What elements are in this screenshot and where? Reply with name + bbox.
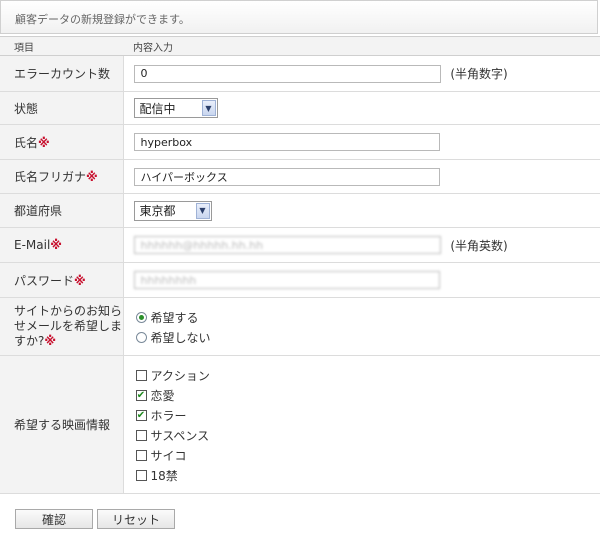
row-newsletter: サイトからのお知らせメールを希望しますか?※ 希望する 希望しない (0, 297, 600, 356)
label-email: E-Mail※ (0, 227, 124, 263)
row-name: 氏名※ (0, 124, 600, 160)
chevron-down-icon[interactable]: ▼ (195, 202, 210, 219)
row-email: E-Mail※ (半角英数) (0, 227, 600, 263)
radio-option-no[interactable]: 希望しない (135, 328, 600, 348)
confirm-button[interactable]: 確認 (15, 509, 93, 529)
checkbox-option[interactable]: アクション (135, 366, 600, 386)
checkbox[interactable] (135, 470, 147, 481)
label-newsletter: サイトからのお知らせメールを希望しますか?※ (0, 297, 124, 356)
email-note: (半角英数) (450, 238, 508, 253)
name-kana-input[interactable] (133, 167, 440, 186)
label-password: パスワード※ (0, 262, 124, 298)
reset-button[interactable]: リセット (97, 509, 175, 529)
checkbox-label: サスペンス (150, 429, 210, 443)
table-header-row: 項目 内容入力 (0, 36, 600, 56)
checkbox-label: ホラー (150, 409, 187, 423)
password-label-text: パスワード (14, 273, 75, 288)
row-movies: 希望する映画情報 アクション ✔ 恋愛 ✔ ホラー サスペンス サイコ 18禁 (0, 355, 600, 494)
chevron-down-icon[interactable]: ▼ (201, 100, 216, 116)
email-input[interactable] (133, 236, 441, 254)
row-prefecture: 都道府県 東京都 ▼ (0, 193, 600, 228)
label-prefecture: 都道府県 (0, 193, 124, 228)
required-mark: ※ (44, 334, 57, 348)
name-label-text: 氏名 (14, 135, 39, 150)
error-count-input[interactable] (133, 64, 441, 83)
checkbox[interactable] (135, 450, 147, 461)
label-movies: 希望する映画情報 (0, 355, 124, 494)
row-status: 状態 配信中 ▼ (0, 91, 600, 125)
prefecture-select[interactable]: 東京都 ▼ (133, 200, 212, 221)
registration-form: 項目 内容入力 エラーカウント数 (半角数字) 状態 配信中 ▼ 氏名※ (0, 36, 600, 494)
required-mark: ※ (50, 238, 62, 252)
checkbox-label: 18禁 (150, 469, 178, 483)
row-password: パスワード※ (0, 262, 600, 298)
button-bar: 確認 リセット (0, 501, 600, 540)
checkbox[interactable] (135, 430, 147, 441)
info-text: 顧客データの新規登録ができます。 (15, 13, 190, 26)
row-error-count: エラーカウント数 (半角数字) (0, 55, 600, 92)
check-icon: ✔ (136, 389, 146, 401)
status-select[interactable]: 配信中 ▼ (133, 98, 218, 118)
radio-label: 希望する (150, 311, 199, 325)
checkbox-label: サイコ (150, 449, 187, 463)
newsletter-label-text: サイトからのお知らせメールを希望しますか? (14, 304, 123, 348)
prefecture-selected: 東京都 (139, 204, 176, 218)
info-banner: 顧客データの新規登録ができます。 (0, 0, 598, 34)
checkbox[interactable]: ✔ (135, 389, 147, 401)
label-name: 氏名※ (0, 124, 124, 160)
checkbox[interactable] (135, 370, 147, 381)
label-error-count: エラーカウント数 (0, 55, 124, 92)
checkbox-label: アクション (150, 369, 210, 383)
row-name-kana: 氏名フリガナ※ (0, 159, 600, 194)
checkbox-option[interactable]: サスペンス (135, 426, 600, 446)
required-mark: ※ (38, 135, 50, 150)
checkbox-option[interactable]: ✔ ホラー (135, 406, 600, 426)
radio-button[interactable] (135, 332, 147, 343)
check-icon: ✔ (136, 409, 146, 421)
error-count-note: (半角数字) (450, 67, 508, 81)
password-input[interactable] (133, 271, 440, 289)
radio-button[interactable] (135, 312, 147, 323)
required-mark: ※ (86, 170, 98, 184)
status-selected: 配信中 (139, 101, 176, 116)
name-kana-label-text: 氏名フリガナ (14, 170, 87, 184)
checkbox-option[interactable]: サイコ (135, 446, 600, 466)
checkbox-option[interactable]: ✔ 恋愛 (135, 386, 600, 406)
header-item: 項目 (0, 36, 123, 56)
email-label-text: E-Mail (14, 238, 51, 252)
label-name-kana: 氏名フリガナ※ (0, 159, 124, 194)
header-content: 内容入力 (123, 36, 600, 56)
required-mark: ※ (74, 273, 86, 288)
label-status: 状態 (0, 91, 124, 125)
checkbox[interactable]: ✔ (135, 409, 147, 421)
radio-label: 希望しない (150, 331, 211, 345)
checkbox-option[interactable]: 18禁 (135, 466, 600, 486)
checkbox-label: 恋愛 (150, 389, 175, 403)
name-input[interactable] (133, 133, 440, 151)
radio-option-yes[interactable]: 希望する (135, 308, 600, 328)
